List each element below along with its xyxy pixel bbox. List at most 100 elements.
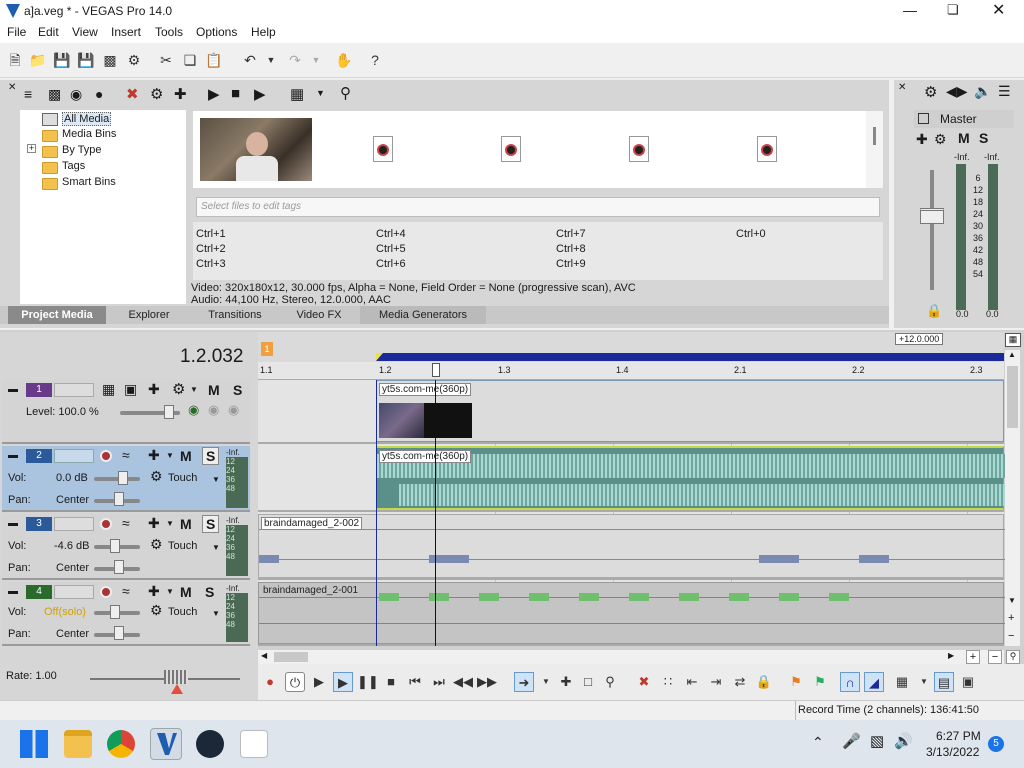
track-settings-dropdown-icon[interactable]: ▼ xyxy=(190,385,198,394)
video-thumbnail[interactable] xyxy=(200,118,312,181)
solo-button[interactable]: S xyxy=(202,447,220,465)
composite-parent-icon[interactable]: ◉ xyxy=(208,402,219,418)
microphone-icon[interactable]: 🎤 xyxy=(842,732,861,750)
tab-transitions[interactable]: Transitions xyxy=(192,306,278,324)
tab-project-media[interactable]: Project Media xyxy=(8,306,106,324)
redo-icon[interactable]: ↷ xyxy=(286,51,304,69)
trim-start-button[interactable]: ⇤ xyxy=(682,672,702,692)
track-expand-icon[interactable]: ▬ xyxy=(8,518,18,529)
insert-region-button[interactable]: ⚑ xyxy=(810,672,830,692)
undo-dropdown-icon[interactable]: ▼ xyxy=(262,51,280,69)
track-fx-icon[interactable]: ✚ xyxy=(148,583,160,600)
tab-explorer[interactable]: Explorer xyxy=(108,306,190,324)
track-motion-icon[interactable]: ▣ xyxy=(124,381,137,398)
zoom-edit-tool-button[interactable]: ⚲ xyxy=(600,672,620,692)
audio-file-icon[interactable] xyxy=(629,136,649,162)
snapping-button[interactable]: ∩ xyxy=(840,672,860,692)
paste-icon[interactable]: 📋 xyxy=(205,51,223,69)
get-media-icon[interactable]: ◉ xyxy=(70,86,82,103)
media-fx-icon[interactable]: ✚ xyxy=(174,85,187,103)
speaker-icon[interactable]: 🔈 xyxy=(974,83,991,100)
lane-audio-2[interactable]: yt5s.com-me(360p) xyxy=(258,446,1005,512)
timeline-vertical-scrollbar[interactable]: ▲ ▼ + − xyxy=(1005,350,1020,646)
auto-preview-icon[interactable]: ▶ xyxy=(254,85,266,103)
master-square-icon[interactable] xyxy=(918,113,929,124)
network-icon[interactable]: ▧ xyxy=(870,732,884,750)
views-icon[interactable]: ▦ xyxy=(290,85,304,103)
remove-media-icon[interactable]: ✖ xyxy=(126,85,139,103)
document-app-icon[interactable] xyxy=(240,730,268,758)
audio-file-icon[interactable] xyxy=(757,136,777,162)
master-settings-icon[interactable]: ⚙ xyxy=(934,131,947,148)
arm-record-icon[interactable] xyxy=(100,518,112,530)
track-invert-icon[interactable]: ≈ xyxy=(122,515,130,531)
automation-dropdown-icon[interactable]: ▼ xyxy=(212,475,220,484)
pan-slider-knob[interactable] xyxy=(114,626,124,640)
mute-button[interactable]: M xyxy=(208,382,220,398)
volume-icon[interactable]: 🔊 xyxy=(894,732,913,750)
pan-slider-knob[interactable] xyxy=(114,492,124,506)
normal-edit-tool-button[interactable]: ➜ xyxy=(514,672,534,692)
steam-icon[interactable] xyxy=(196,730,224,758)
lane-video-1[interactable]: yt5s.com-me(360p) xyxy=(258,380,1004,444)
next-frame-button[interactable]: ▶▶ xyxy=(477,672,497,692)
ripple-dropdown-icon[interactable]: ▼ xyxy=(914,672,934,692)
mixer-icon[interactable]: ☰ xyxy=(998,83,1011,100)
close-icon[interactable]: ✕ xyxy=(992,0,1005,20)
automation-mode[interactable]: Touch xyxy=(168,540,197,552)
automation-dropdown-icon[interactable]: ▼ xyxy=(212,543,220,552)
web-icon[interactable]: ● xyxy=(95,86,103,102)
properties-gear-icon[interactable]: ⚙ xyxy=(125,51,143,69)
track-name-field[interactable] xyxy=(54,449,94,463)
menu-insert[interactable]: Insert xyxy=(111,25,141,39)
search-icon[interactable]: ⚲ xyxy=(340,84,351,102)
track-fx-dropdown-icon[interactable]: ▼ xyxy=(166,519,174,528)
capture-icon[interactable]: ▩ xyxy=(48,86,61,103)
views-dropdown-icon[interactable]: ▼ xyxy=(316,88,325,98)
save-as-icon[interactable]: 💾 xyxy=(77,51,95,69)
solo-button[interactable]: S xyxy=(205,584,214,600)
mute-button[interactable]: M xyxy=(180,448,192,464)
automation-mode[interactable]: Touch xyxy=(168,472,197,484)
track-header-audio-2[interactable]: ▬ 2 ≈ ✚ ▼ M S Vol: 0.0 dB ⚙ Touch ▼ Pan:… xyxy=(2,446,250,512)
selection-tool-button[interactable]: □ xyxy=(578,672,598,692)
tab-media-generators[interactable]: Media Generators xyxy=(360,306,486,324)
solo-button[interactable]: S xyxy=(202,515,220,533)
track-fx-icon[interactable]: ✚ xyxy=(148,515,160,532)
track-settings-icon[interactable]: ⚙ xyxy=(172,380,185,398)
track-expand-icon[interactable]: ▬ xyxy=(8,450,18,461)
ripple-edit-button[interactable]: ▦ xyxy=(892,672,912,692)
audio-clip[interactable]: yt5s.com-me(360p) xyxy=(376,446,1005,510)
automation-mode[interactable]: Touch xyxy=(168,606,197,618)
master-mute-button[interactable]: M xyxy=(958,130,970,146)
track-fx-dropdown-icon[interactable]: ▼ xyxy=(166,451,174,460)
master-fx-icon[interactable]: ✚ xyxy=(916,131,928,148)
menu-help[interactable]: Help xyxy=(251,25,276,39)
video-clip[interactable]: yt5s.com-me(360p) xyxy=(376,380,1004,442)
vegas-pro-taskbar-icon[interactable] xyxy=(150,728,182,760)
track-invert-icon[interactable]: ≈ xyxy=(122,583,130,599)
loop-start-marker[interactable] xyxy=(376,353,383,361)
play-preview-icon[interactable]: ▶ xyxy=(208,85,220,103)
track-header-audio-4[interactable]: ▬ 4 ≈ ✚ ▼ M S Vol: Off(solo) ⚙ Touch ▼ P… xyxy=(2,582,250,646)
track-name-field[interactable] xyxy=(54,585,94,599)
go-to-start-button[interactable]: ⏮ xyxy=(405,672,425,692)
master-fader-knob[interactable] xyxy=(920,208,944,224)
record-button[interactable]: ● xyxy=(260,672,280,692)
lane-audio-4[interactable]: braindamaged_2-001 xyxy=(258,582,1005,646)
marker-flag[interactable]: 1 xyxy=(261,342,273,356)
copy-icon[interactable]: ❏ xyxy=(181,51,199,69)
redo-dropdown-icon[interactable]: ▼ xyxy=(307,51,325,69)
zoom-in-button[interactable]: + xyxy=(966,650,980,664)
undo-icon[interactable]: ↶ xyxy=(241,51,259,69)
render-icon[interactable]: ▩ xyxy=(101,51,119,69)
whats-this-help-icon[interactable]: ? xyxy=(366,51,384,69)
composite-child-icon[interactable]: ◉ xyxy=(188,402,199,418)
notification-badge[interactable]: 5 xyxy=(988,736,1004,752)
auto-crossfade-button[interactable]: ◢ xyxy=(864,672,884,692)
marker-window-icon[interactable]: ▦ xyxy=(1005,333,1021,347)
menu-file[interactable]: File xyxy=(7,25,26,39)
audio-clip[interactable]: braindamaged_2-001 xyxy=(258,582,1005,644)
arm-record-icon[interactable] xyxy=(100,586,112,598)
arm-record-icon[interactable] xyxy=(100,450,112,462)
